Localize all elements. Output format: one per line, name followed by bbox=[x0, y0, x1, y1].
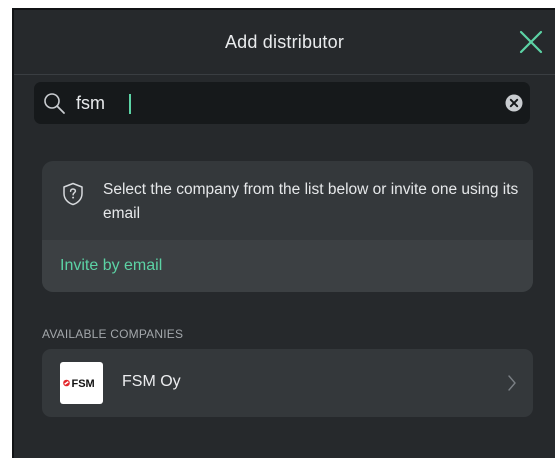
clear-icon[interactable] bbox=[505, 94, 523, 112]
dialog-header: Add distributor bbox=[14, 10, 555, 75]
company-logo: FSM bbox=[60, 362, 103, 404]
info-card: Select the company from the list below o… bbox=[42, 161, 533, 292]
close-icon bbox=[519, 30, 543, 54]
add-distributor-dialog: Add distributor Select the company from … bbox=[12, 8, 555, 458]
info-message: Select the company from the list below o… bbox=[103, 181, 519, 222]
shield-question-icon bbox=[63, 182, 83, 206]
company-list-item[interactable]: FSM FSM Oy bbox=[42, 349, 533, 417]
text-cursor bbox=[129, 94, 131, 114]
search-icon bbox=[44, 93, 65, 114]
company-name: FSM Oy bbox=[122, 373, 181, 390]
chevron-right-icon bbox=[508, 375, 516, 391]
dialog-title: Add distributor bbox=[224, 31, 345, 52]
search-input[interactable] bbox=[76, 88, 496, 118]
fsm-logo-icon: FSM bbox=[62, 378, 94, 390]
available-companies-heading: AVAILABLE COMPANIES bbox=[42, 327, 184, 341]
svg-text:FSM: FSM bbox=[71, 378, 94, 390]
search-box bbox=[34, 82, 530, 124]
close-button[interactable] bbox=[517, 28, 545, 56]
invite-by-email-label: Invite by email bbox=[60, 257, 163, 274]
invite-by-email-button[interactable]: Invite by email bbox=[42, 240, 533, 292]
